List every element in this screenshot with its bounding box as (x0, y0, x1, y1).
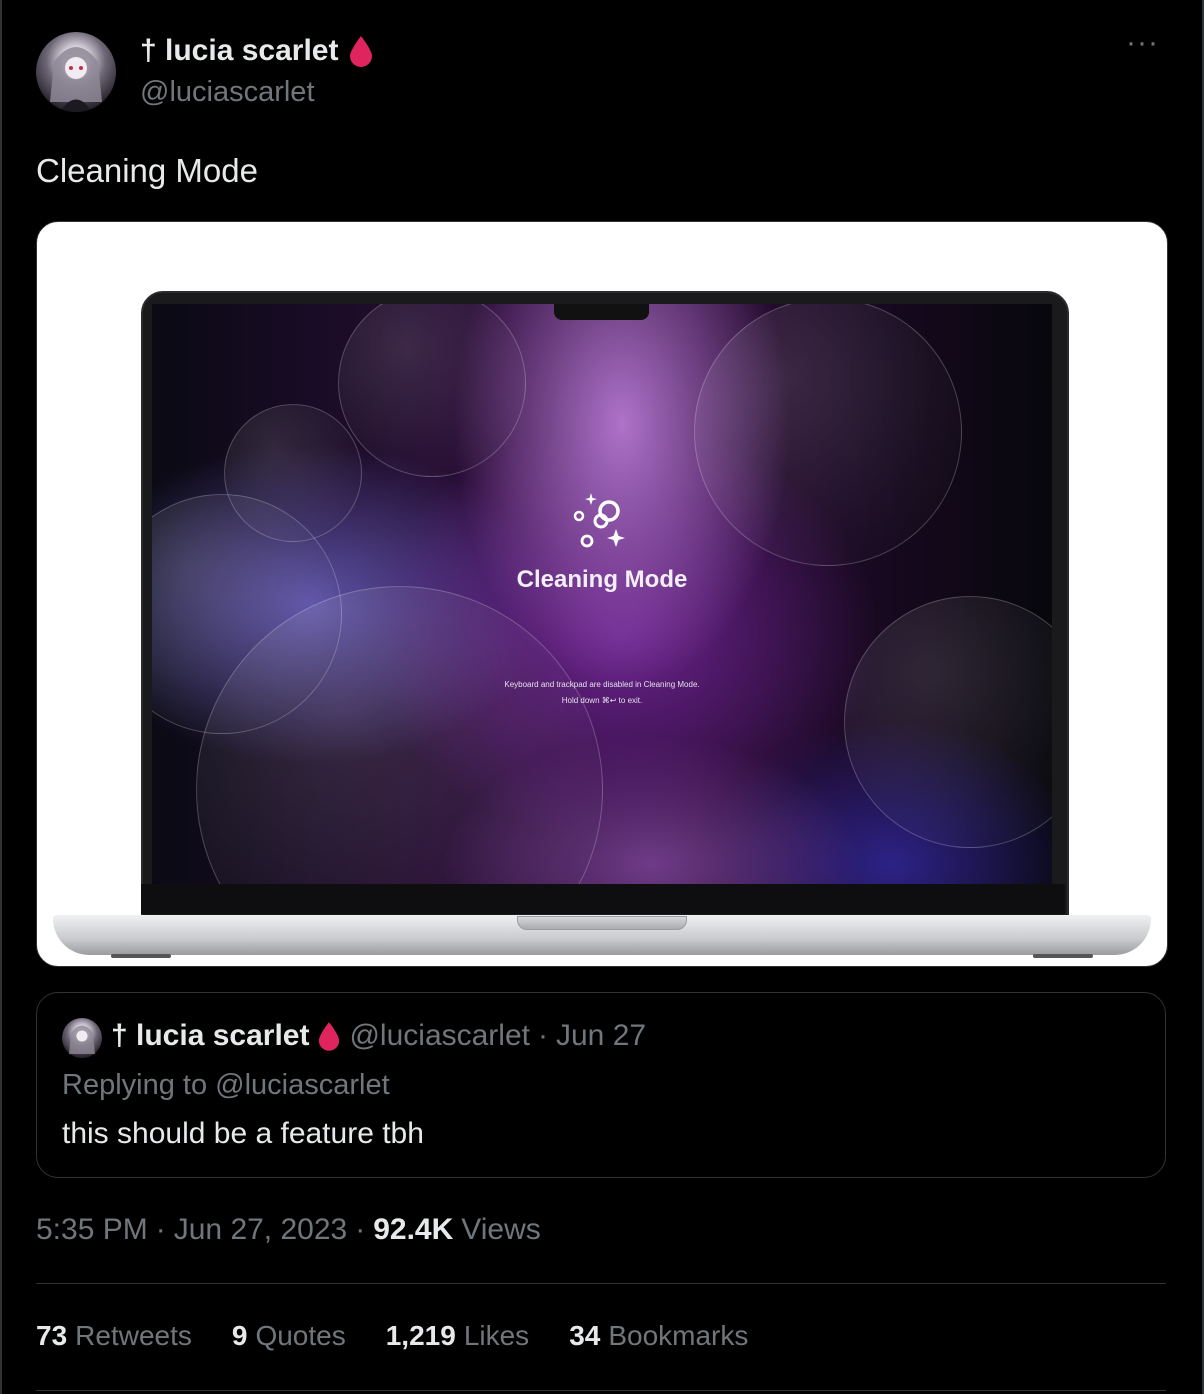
screen-message-line1: Keyboard and trackpad are disabled in Cl… (504, 680, 700, 689)
quotes-stat[interactable]: 9 Quotes (232, 1320, 346, 1352)
blood-drop-icon (350, 36, 373, 67)
replying-handle[interactable]: @luciascarlet (215, 1069, 390, 1101)
more-options-icon[interactable]: ··· (1126, 28, 1162, 58)
bubble (338, 304, 526, 477)
divider (36, 1390, 1166, 1391)
quoted-tweet[interactable]: † lucia scarlet @luciascarlet · Jun 27 R… (36, 992, 1166, 1178)
screen-message-line2: Hold down ⌘↩ to exit. (561, 696, 643, 705)
laptop-screen: Cleaning Mode Keyboard and trackpad are … (152, 304, 1052, 884)
replying-label: Replying to (62, 1069, 208, 1101)
blood-drop-icon (319, 1022, 340, 1051)
separator-dot: · (355, 1213, 366, 1246)
laptop-foot (1033, 954, 1093, 958)
tweet-text: Cleaning Mode (36, 152, 258, 189)
bubble (694, 304, 962, 566)
quoted-avatar (62, 1018, 102, 1058)
quoted-text: this should be a feature tbh (62, 1117, 424, 1150)
cleaning-sparkle-icon (573, 493, 625, 548)
quoted-avatar-illustration (69, 1025, 95, 1054)
bookmarks-count: 34 (569, 1320, 601, 1351)
quoted-header: † lucia scarlet @luciascarlet · Jun 27 (111, 1019, 646, 1053)
retweets-count: 73 (36, 1320, 68, 1351)
engagement-stats: 73 Retweets 9 Quotes 1,219 Likes 34 Book… (36, 1320, 748, 1352)
author-handle[interactable]: @luciascarlet (140, 76, 315, 109)
tweet-meta: 5:35 PM · Jun 27, 2023 · 92.4K Views (36, 1213, 541, 1247)
divider (36, 1283, 1166, 1284)
quotes-count: 9 (231, 1320, 248, 1351)
views-label: Views (461, 1213, 541, 1246)
display-name[interactable]: † lucia scarlet (140, 34, 338, 68)
separator-dot: · (537, 1019, 548, 1052)
tweet-media-image[interactable]: Cleaning Mode Keyboard and trackpad are … (36, 221, 1168, 967)
screen-title: Cleaning Mode (516, 566, 688, 593)
retweets-stat[interactable]: 73 Retweets (36, 1320, 192, 1352)
likes-label: Likes (463, 1320, 530, 1351)
retweets-label: Retweets (75, 1320, 192, 1351)
laptop-opening-notch (517, 916, 687, 930)
quoted-display-name: † lucia scarlet (111, 1019, 310, 1052)
bookmarks-stat[interactable]: 34 Bookmarks (569, 1320, 748, 1352)
likes-stat[interactable]: 1,219 Likes (386, 1320, 529, 1352)
laptop-foot (111, 954, 171, 958)
separator-dot: · (155, 1213, 166, 1246)
quoted-date: Jun 27 (555, 1019, 647, 1052)
likes-count: 1,219 (385, 1320, 456, 1351)
avatar-illustration (50, 47, 102, 112)
bookmarks-label: Bookmarks (608, 1320, 749, 1351)
frame-border-left (0, 0, 2, 1394)
camera-notch (554, 304, 649, 320)
bubble (844, 596, 1052, 848)
tweet-date[interactable]: Jun 27, 2023 (174, 1213, 347, 1247)
quotes-label: Quotes (255, 1320, 346, 1351)
replying-to: Replying to @luciascarlet (62, 1069, 390, 1102)
author-name-row[interactable]: † lucia scarlet (140, 34, 374, 68)
tweet-time[interactable]: 5:35 PM (36, 1213, 148, 1247)
views-count: 92.4K (373, 1213, 454, 1246)
quoted-handle: @luciascarlet (349, 1019, 530, 1052)
avatar[interactable] (36, 32, 116, 112)
laptop-chin (141, 884, 1065, 914)
